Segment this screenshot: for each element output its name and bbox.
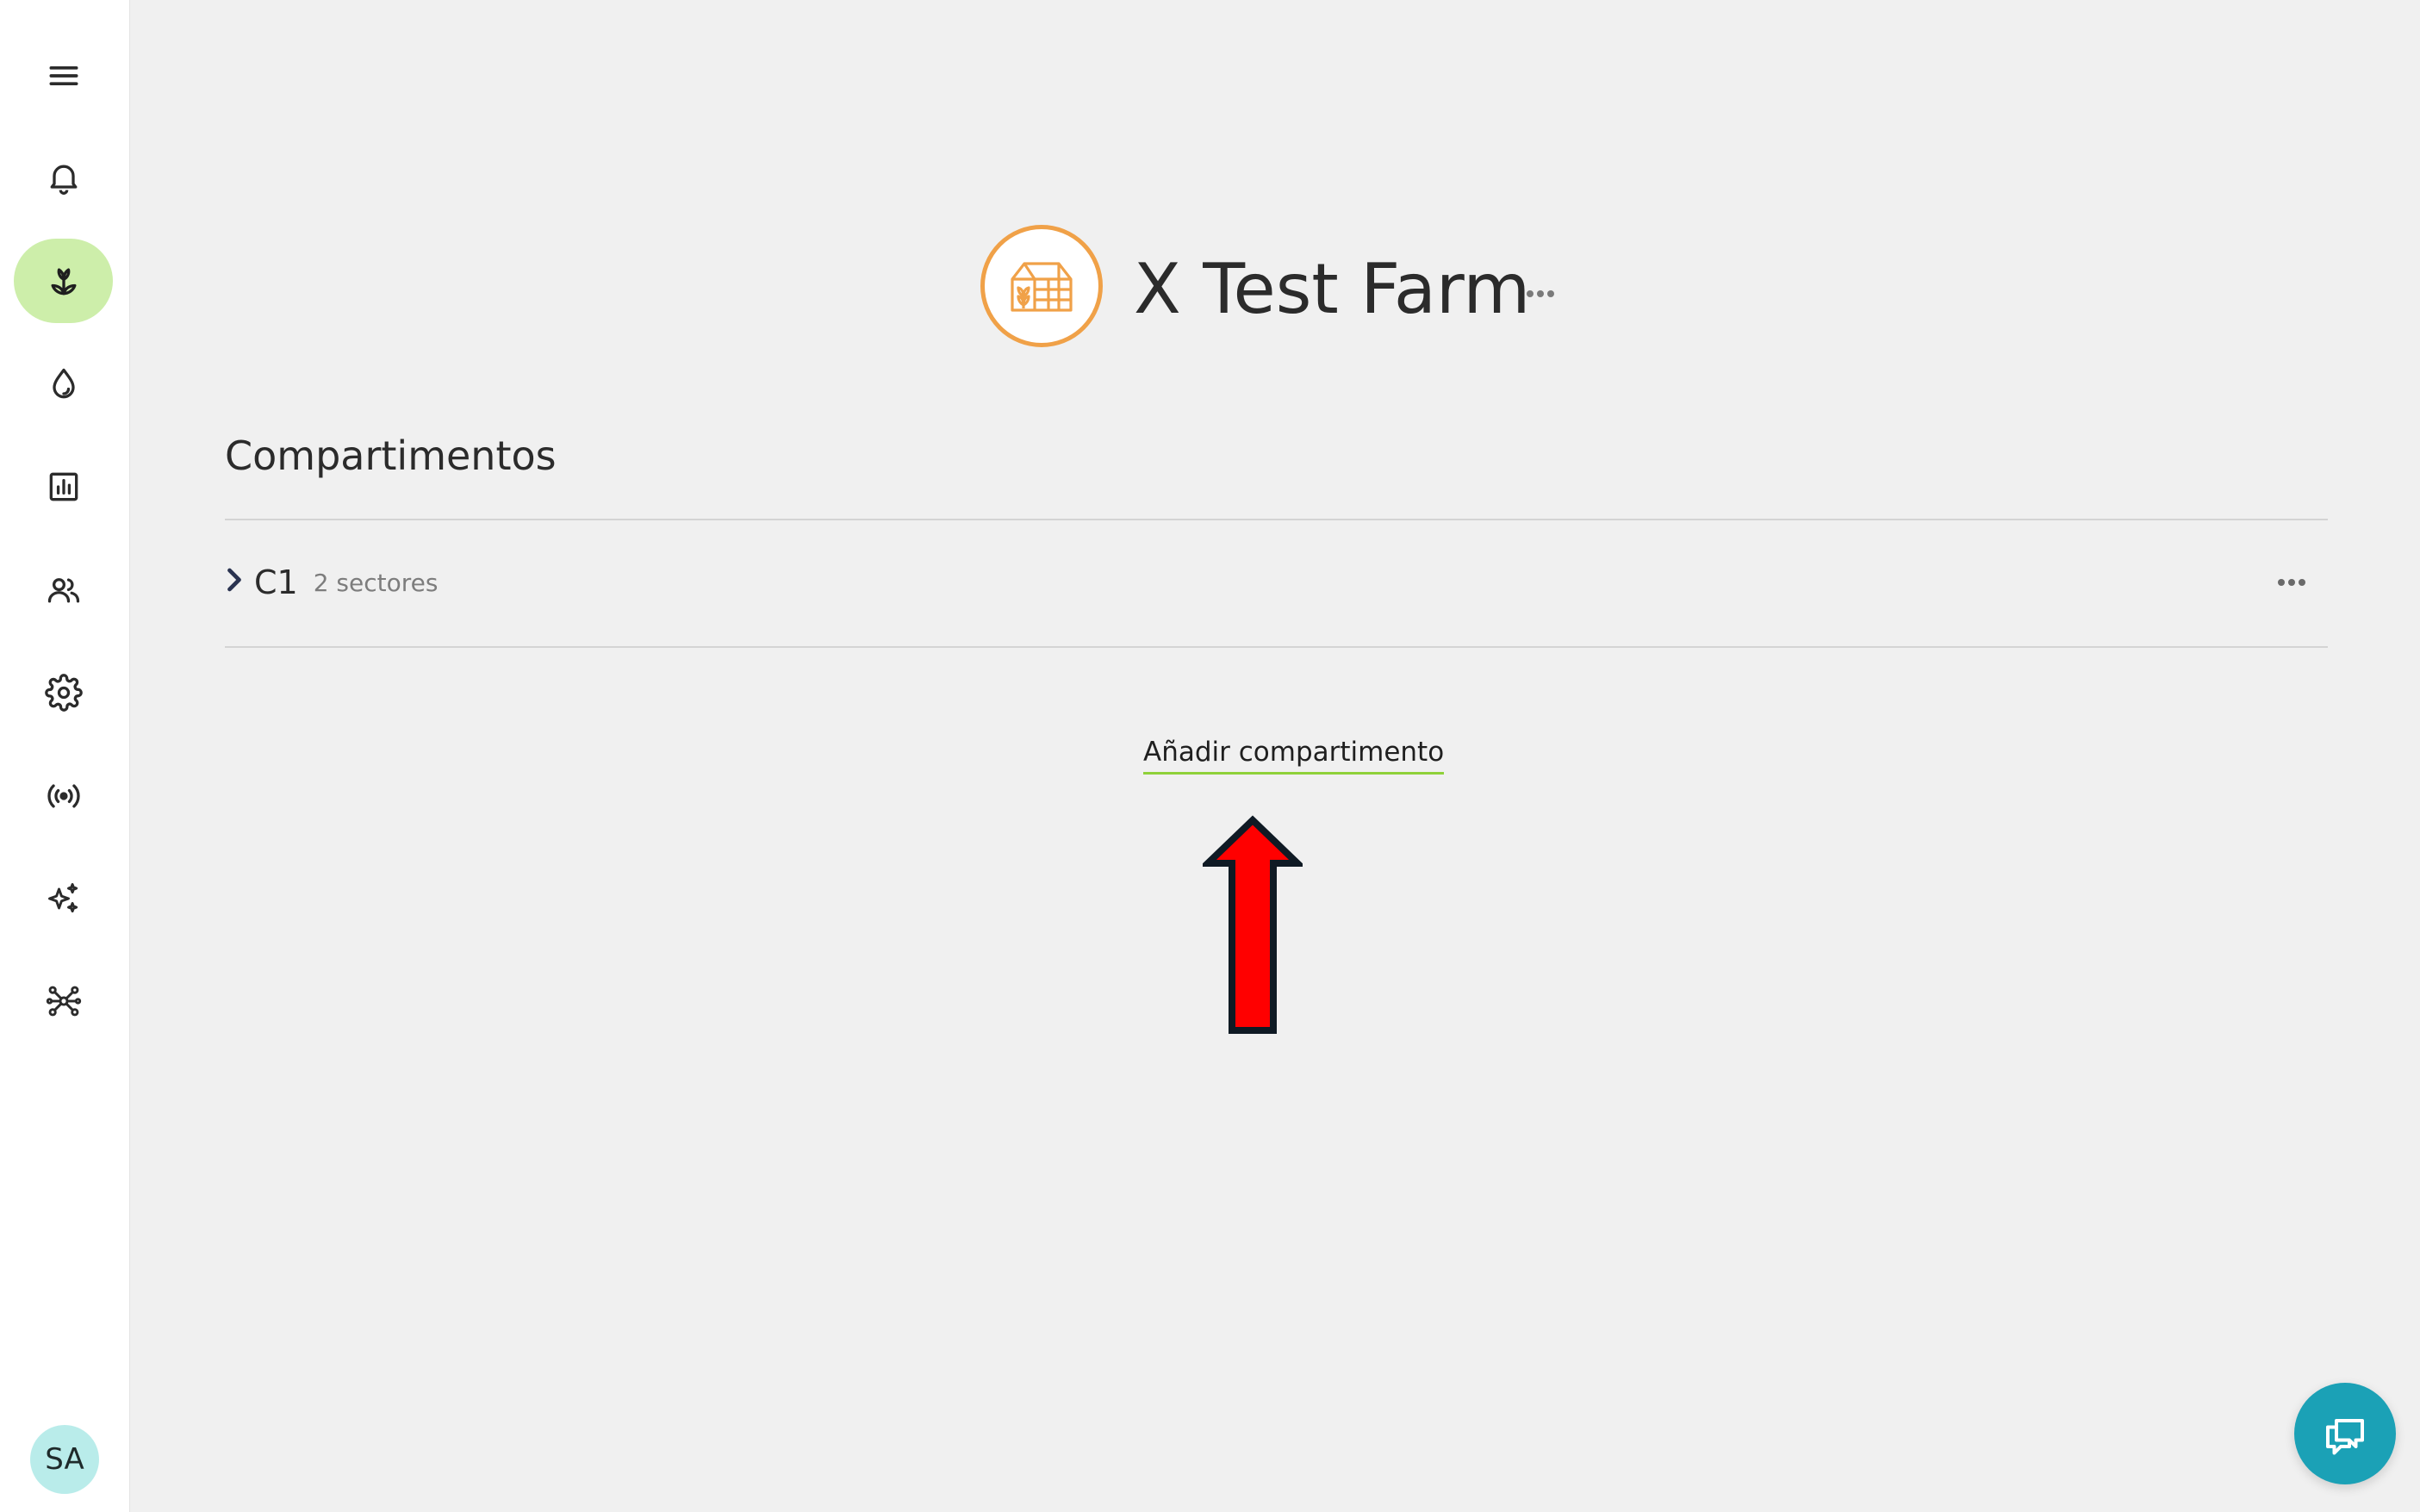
red-arrow-up: [1203, 815, 1303, 1034]
menu-button[interactable]: [14, 34, 113, 118]
broadcast-icon: [47, 784, 80, 808]
sidebar-item-reports[interactable]: [14, 445, 113, 529]
compartment-more-button[interactable]: [2273, 565, 2311, 600]
divider: [225, 646, 2328, 648]
sidebar-item-settings[interactable]: [14, 650, 113, 735]
sidebar-item-notifications[interactable]: [14, 135, 113, 220]
chevron-right-icon[interactable]: [225, 567, 244, 593]
more-horizontal-icon: [2278, 579, 2305, 586]
more-horizontal-icon: [1527, 290, 1554, 297]
gear-icon: [44, 674, 83, 712]
farm-logo: [980, 225, 1103, 347]
sidebar-item-integrations[interactable]: [14, 959, 113, 1043]
farm-more-button[interactable]: [1523, 277, 1558, 311]
bell-icon: [50, 165, 77, 195]
sidebar-item-ai[interactable]: [14, 856, 113, 941]
chat-bubbles-icon: [2326, 1419, 2364, 1455]
greenhouse-icon: [1011, 262, 1073, 312]
sprout-icon: [51, 268, 76, 296]
avatar[interactable]: SA: [30, 1425, 99, 1494]
water-drop-icon: [52, 368, 75, 399]
add-compartment-link[interactable]: Añadir compartimento: [1143, 734, 1445, 775]
bar-chart-icon: [49, 472, 78, 501]
compartment-row[interactable]: C1 2 sectores: [225, 522, 2328, 643]
chat-button[interactable]: [2294, 1383, 2396, 1484]
menu-icon: [49, 66, 78, 85]
compartment-name: C1: [254, 563, 298, 601]
compartment-sector-count: 2 sectores: [313, 568, 439, 597]
network-icon: [46, 986, 81, 1017]
sidebar-item-farms[interactable]: [14, 239, 113, 323]
section-title: Compartimentos: [225, 432, 557, 479]
page-title: X Test Farm: [1134, 249, 1531, 329]
users-icon: [47, 578, 79, 603]
sparkles-icon: [47, 883, 78, 913]
sidebar-item-irrigation[interactable]: [14, 342, 113, 426]
sidebar: SA: [0, 0, 130, 1512]
divider: [225, 519, 2328, 520]
sidebar-item-users[interactable]: [14, 548, 113, 632]
sidebar-item-devices[interactable]: [14, 754, 113, 838]
